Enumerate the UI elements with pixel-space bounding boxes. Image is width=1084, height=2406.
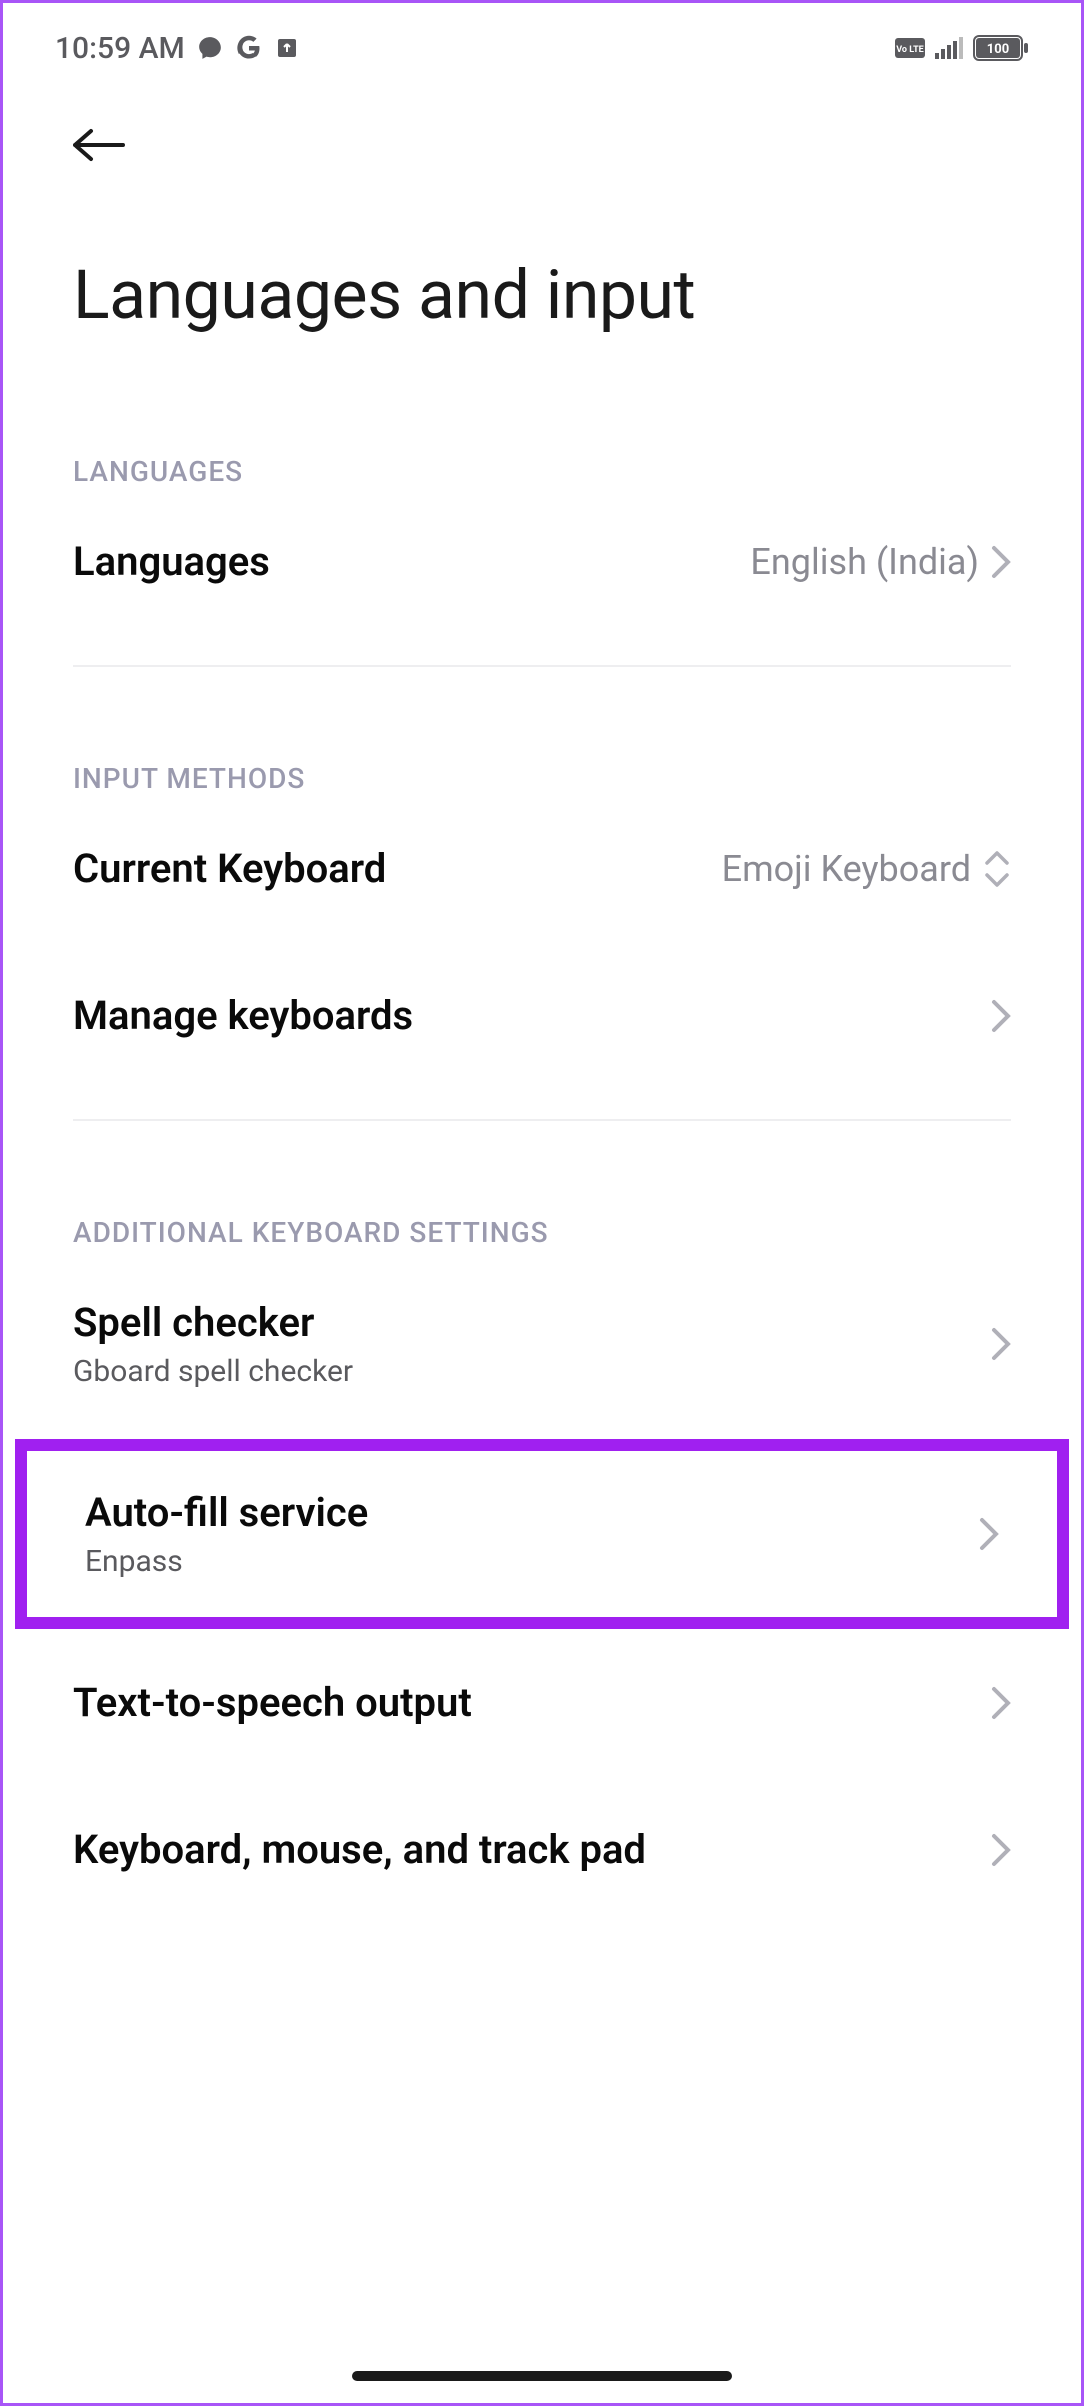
section-header-languages: LANGUAGES [3, 335, 1081, 488]
kmt-item[interactable]: Keyboard, mouse, and track pad [3, 1776, 1081, 1923]
tts-label: Text-to-speech output [73, 1679, 472, 1726]
spell-checker-item[interactable]: Spell checker Gboard spell checker [3, 1249, 1081, 1439]
status-bar: 10:59 AM Vo LTE 100 [3, 3, 1081, 85]
upload-icon [275, 36, 299, 60]
svg-text:Vo LTE: Vo LTE [896, 45, 924, 55]
current-keyboard-value: Emoji Keyboard [722, 848, 971, 890]
svg-text:100: 100 [987, 42, 1009, 57]
arrow-left-icon [73, 127, 125, 163]
chevron-right-icon [991, 545, 1011, 579]
back-button[interactable] [73, 125, 129, 165]
chevron-right-icon [991, 1686, 1011, 1720]
section-header-input-methods: INPUT METHODS [3, 667, 1081, 795]
nav-row [3, 85, 1081, 165]
highlight-annotation: Auto-fill service Enpass [15, 1439, 1069, 1629]
status-left: 10:59 AM [55, 31, 299, 66]
gesture-bar[interactable] [352, 2371, 732, 2381]
autofill-sub: Enpass [85, 1544, 368, 1579]
current-keyboard-item[interactable]: Current Keyboard Emoji Keyboard [3, 795, 1081, 942]
chevron-right-icon [991, 1327, 1011, 1361]
section-header-additional: ADDITIONAL KEYBOARD SETTINGS [3, 1121, 1081, 1249]
sort-icon [983, 850, 1011, 888]
manage-keyboards-label: Manage keyboards [73, 992, 413, 1039]
google-icon [235, 34, 263, 62]
chevron-right-icon [991, 999, 1011, 1033]
chevron-right-icon [991, 1833, 1011, 1867]
autofill-item[interactable]: Auto-fill service Enpass [27, 1451, 1057, 1617]
chevron-right-icon [979, 1517, 999, 1551]
page-title: Languages and input [3, 165, 1081, 335]
volte-icon: Vo LTE [895, 38, 925, 58]
signal-icon [935, 37, 963, 59]
autofill-label: Auto-fill service [85, 1489, 368, 1536]
current-keyboard-label: Current Keyboard [73, 845, 386, 892]
languages-item[interactable]: Languages English (India) [3, 488, 1081, 635]
status-time: 10:59 AM [55, 31, 185, 66]
languages-label: Languages [73, 538, 270, 585]
spell-checker-sub: Gboard spell checker [73, 1354, 353, 1389]
battery-icon: 100 [973, 35, 1029, 61]
status-right: Vo LTE 100 [895, 35, 1029, 61]
spell-checker-label: Spell checker [73, 1299, 353, 1346]
tts-item[interactable]: Text-to-speech output [3, 1629, 1081, 1776]
languages-value: English (India) [750, 541, 979, 583]
manage-keyboards-item[interactable]: Manage keyboards [3, 942, 1081, 1089]
kmt-label: Keyboard, mouse, and track pad [73, 1826, 646, 1873]
chat-icon [197, 35, 223, 61]
